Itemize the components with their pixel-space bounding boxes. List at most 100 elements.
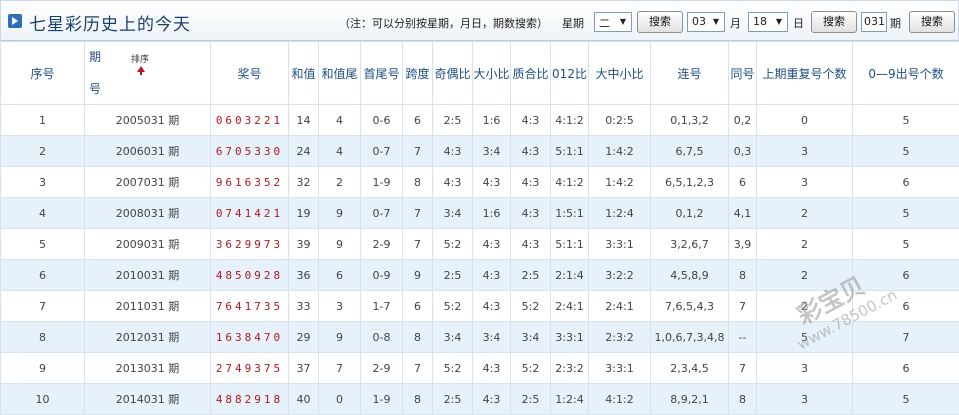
cell-award: 1638470 (210, 321, 289, 353)
week-label: 星期 (562, 17, 584, 30)
cell-big-small: 4:3 (472, 259, 511, 291)
cell-big-small: 3:4 (472, 135, 511, 167)
table-row: 10 2014031 期 4882918 40 0 1-9 8 2:5 4:3 2:5 1:2:4 4… (0, 383, 959, 415)
cell-first-last: 0-7 (360, 197, 403, 229)
day-select[interactable]: 18 ▼ (748, 12, 788, 32)
cell-consecutive: 2,3,4,5 (650, 352, 729, 384)
cell-count-0-9: 6 (852, 166, 959, 198)
cell-first-last: 1-9 (360, 166, 403, 198)
month-select[interactable]: 03 ▼ (687, 12, 725, 32)
search-by-issue-button[interactable]: 搜索 (909, 11, 955, 33)
cell-repeat-prev: 5 (756, 321, 853, 353)
search-by-week-button[interactable]: 搜索 (637, 11, 683, 33)
cell-ratio-012: 2:1:4 (550, 259, 589, 291)
sort-up-icon[interactable] (137, 66, 145, 75)
play-icon (8, 14, 22, 28)
day-label: 日 (793, 17, 804, 30)
cell-count-0-9: 5 (852, 383, 959, 415)
cell-ratio-012: 1:2:4 (550, 383, 589, 415)
cell-big-mid-small: 1:4:2 (588, 166, 651, 198)
cell-odd-even: 4:3 (432, 135, 473, 167)
week-select-value: 二 (599, 17, 610, 30)
cell-issue: 2009031 期 (84, 228, 211, 260)
cell-span: 8 (402, 166, 433, 198)
cell-same: 0,3 (728, 135, 757, 167)
history-table: 序号 期 号 排序 奖号 和值 和值尾 首尾号 跨度 奇偶比 大小比 质合比 0… (0, 41, 959, 415)
cell-seq: 10 (0, 383, 85, 415)
cell-issue: 2007031 期 (84, 166, 211, 198)
cell-span: 8 (402, 321, 433, 353)
cell-repeat-prev: 2 (756, 259, 853, 291)
cell-span: 7 (402, 228, 433, 260)
cell-award: 4850928 (210, 259, 289, 291)
issue-input[interactable]: 031 (861, 12, 887, 32)
cell-big-small: 1:6 (472, 197, 511, 229)
month-select-value: 03 (692, 15, 706, 28)
cell-seq: 7 (0, 290, 85, 322)
table-row: 1 2005031 期 0603221 14 4 0-6 6 2:5 1:6 4:3 4:1:2 0:… (0, 104, 959, 136)
cell-prime-comp: 4:3 (510, 104, 551, 136)
sort-link[interactable]: 排序 (131, 52, 149, 65)
cell-sum: 36 (288, 259, 319, 291)
cell-sum: 29 (288, 321, 319, 353)
cell-repeat-prev: 2 (756, 197, 853, 229)
table-row: 6 2010031 期 4850928 36 6 0-9 9 2:5 4:3 2:5 2:1:4 3:… (0, 259, 959, 291)
cell-seq: 9 (0, 352, 85, 384)
cell-sum-tail: 3 (318, 290, 361, 322)
cell-first-last: 0-9 (360, 259, 403, 291)
cell-odd-even: 2:5 (432, 383, 473, 415)
cell-big-mid-small: 1:4:2 (588, 135, 651, 167)
cell-same: 8 (728, 259, 757, 291)
cell-repeat-prev: 2 (756, 228, 853, 260)
issue-header: 期 号 排序 (86, 43, 210, 104)
cell-ratio-012: 5:1:1 (550, 135, 589, 167)
cell-first-last: 0-8 (360, 321, 403, 353)
search-by-date-button[interactable]: 搜索 (811, 11, 857, 33)
cell-prime-comp: 4:3 (510, 228, 551, 260)
cell-big-small: 4:3 (472, 228, 511, 260)
cell-big-mid-small: 1:2:4 (588, 197, 651, 229)
cell-ratio-012: 2:4:1 (550, 290, 589, 322)
cell-big-small: 4:3 (472, 290, 511, 322)
cell-same: 0,2 (728, 104, 757, 136)
cell-seq: 4 (0, 197, 85, 229)
cell-sum-tail: 9 (318, 228, 361, 260)
chevron-down-icon: ▼ (619, 17, 627, 26)
col-consecutive: 连号 (650, 41, 729, 105)
cell-count-0-9: 7 (852, 321, 959, 353)
cell-issue: 2008031 期 (84, 197, 211, 229)
cell-sum: 32 (288, 166, 319, 198)
col-same: 同号 (728, 41, 757, 105)
cell-sum: 24 (288, 135, 319, 167)
cell-sum-tail: 7 (318, 352, 361, 384)
cell-award: 7641735 (210, 290, 289, 322)
cell-seq: 5 (0, 228, 85, 260)
table-row: 4 2008031 期 0741421 19 9 0-7 7 3:4 1:6 4:3 1:5:1 1:… (0, 197, 959, 229)
search-note: （注：可以分别按星期，月日，期数搜索） (339, 17, 548, 30)
table-header-row: 序号 期 号 排序 奖号 和值 和值尾 首尾号 跨度 奇偶比 大小比 质合比 0… (0, 41, 959, 105)
cell-count-0-9: 5 (852, 104, 959, 136)
cell-big-small: 1:6 (472, 104, 511, 136)
cell-consecutive: 0,1,2 (650, 197, 729, 229)
col-prime-comp: 质合比 (510, 41, 551, 105)
week-select[interactable]: 二 ▼ (594, 12, 632, 32)
cell-consecutive: 6,7,5 (650, 135, 729, 167)
cell-same: -- (728, 321, 757, 353)
cell-consecutive: 1,0,6,7,3,4,8 (650, 321, 729, 353)
table-row: 2 2006031 期 6705330 24 4 0-7 7 4:3 3:4 4:3 5:1:1 1:… (0, 135, 959, 167)
cell-odd-even: 2:5 (432, 104, 473, 136)
cell-sum-tail: 9 (318, 321, 361, 353)
table-row: 5 2009031 期 3629973 39 9 2-9 7 5:2 4:3 4:3 5:1:1 3:… (0, 228, 959, 260)
cell-span: 6 (402, 104, 433, 136)
cell-odd-even: 5:2 (432, 352, 473, 384)
table-row: 7 2011031 期 7641735 33 3 1-7 6 5:2 4:3 5:2 2:4:1 2:… (0, 290, 959, 322)
cell-consecutive: 3,2,6,7 (650, 228, 729, 260)
cell-award: 4882918 (210, 383, 289, 415)
table-row: 8 2012031 期 1638470 29 9 0-8 8 3:4 3:4 3:4 3:3:1 2:… (0, 321, 959, 353)
chevron-down-icon: ▼ (712, 17, 720, 26)
cell-count-0-9: 6 (852, 352, 959, 384)
cell-count-0-9: 6 (852, 290, 959, 322)
cell-award: 6705330 (210, 135, 289, 167)
cell-first-last: 2-9 (360, 228, 403, 260)
cell-prime-comp: 4:3 (510, 197, 551, 229)
